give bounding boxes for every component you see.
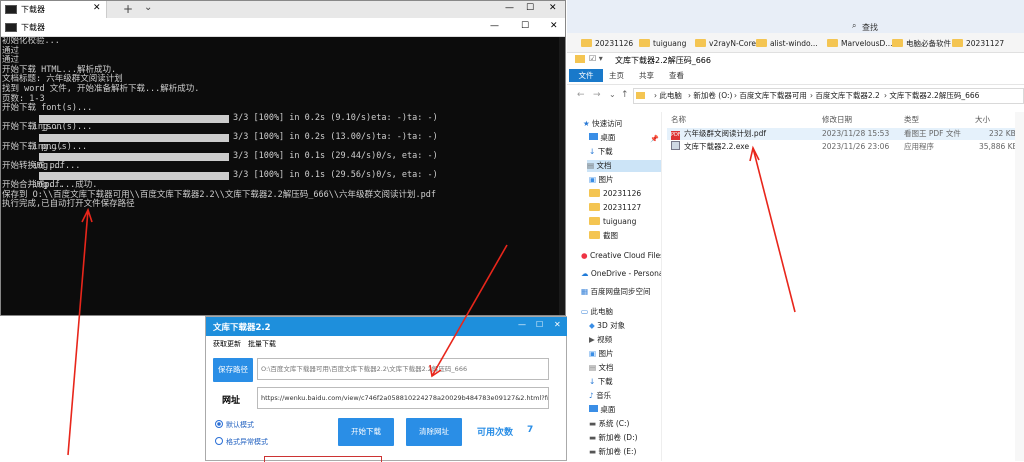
annotation-arrows: [67, 145, 796, 456]
annotation-arrow: [431, 244, 508, 377]
annotation-arrow: [752, 147, 796, 313]
annotation-arrow: [67, 209, 89, 456]
